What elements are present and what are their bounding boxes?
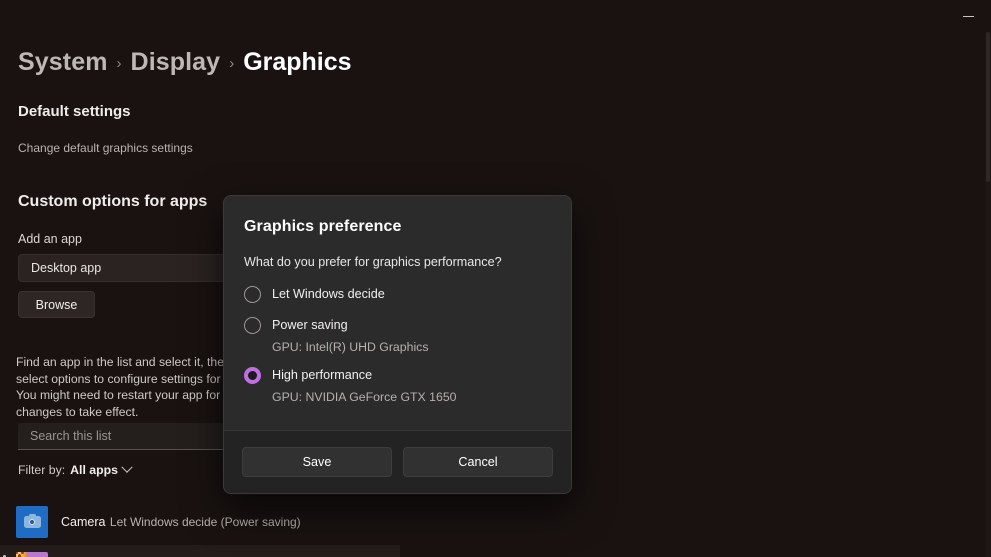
add-an-app-label: Add an app xyxy=(18,232,82,246)
dialog-body: Graphics preference What do you prefer f… xyxy=(224,196,571,430)
radio-high-performance[interactable]: High performance xyxy=(244,363,551,387)
breadcrumb-separator-icon: › xyxy=(229,55,235,72)
chevron-down-icon xyxy=(121,461,133,473)
radio-button-icon xyxy=(244,285,261,303)
radio-label: Power saving xyxy=(272,318,348,332)
filter-by-label: Filter by: xyxy=(18,463,66,477)
radio-label: High performance xyxy=(272,368,373,382)
radio-gpu-description: GPU: Intel(R) UHD Graphics xyxy=(272,340,429,354)
breadcrumb-separator-icon: › xyxy=(116,55,122,72)
scrollbar-thumb[interactable] xyxy=(986,32,990,182)
breadcrumb-item-display[interactable]: Display xyxy=(131,48,221,77)
minimize-button[interactable] xyxy=(945,0,991,32)
save-button[interactable]: Save xyxy=(242,447,392,477)
dragon-ball-icon xyxy=(16,552,48,557)
browse-button[interactable]: Browse xyxy=(18,291,95,318)
filter-by-dropdown[interactable]: Filter by: All apps xyxy=(18,461,133,477)
dialog-question: What do you prefer for graphics performa… xyxy=(244,255,502,269)
dialog-footer: Save Cancel xyxy=(224,430,571,493)
breadcrumb-item-system[interactable]: System xyxy=(18,48,108,77)
radio-power-saving[interactable]: Power saving xyxy=(244,313,551,337)
cancel-button[interactable]: Cancel xyxy=(403,447,553,477)
filter-by-value: All apps xyxy=(70,463,118,477)
app-name: Camera xyxy=(61,515,106,529)
graphics-preference-radio-group: Let Windows decide Power saving GPU: Int… xyxy=(244,282,551,404)
list-item[interactable]: Camera Let Windows decide (Power saving) xyxy=(0,499,400,545)
radio-button-icon xyxy=(244,316,261,334)
custom-options-help-text: Find an app in the list and select it, t… xyxy=(16,355,234,419)
list-item[interactable]: DRAGON BALL THE BREAKERS.exe High perfor… xyxy=(0,545,400,557)
app-preference: Let Windows decide (Power saving) xyxy=(109,515,301,529)
window-titlebar xyxy=(0,0,991,32)
breadcrumb: System › Display › Graphics xyxy=(18,48,352,77)
custom-options-heading: Custom options for apps xyxy=(18,193,208,210)
page-scrollbar[interactable] xyxy=(985,32,991,557)
app-type-value: Desktop app xyxy=(31,261,102,275)
change-default-graphics-settings-link[interactable]: Change default graphics settings xyxy=(18,141,193,155)
radio-label: Let Windows decide xyxy=(272,287,385,301)
dialog-title: Graphics preference xyxy=(244,218,402,235)
radio-let-windows-decide[interactable]: Let Windows decide xyxy=(244,282,551,306)
radio-button-selected-icon xyxy=(244,366,261,384)
default-settings-heading: Default settings xyxy=(18,103,131,120)
breadcrumb-item-graphics: Graphics xyxy=(243,48,352,76)
minimize-icon xyxy=(962,15,974,17)
graphics-preference-dialog: Graphics preference What do you prefer f… xyxy=(223,195,572,494)
radio-gpu-description: GPU: NVIDIA GeForce GTX 1650 xyxy=(272,390,457,404)
camera-icon xyxy=(16,506,48,538)
